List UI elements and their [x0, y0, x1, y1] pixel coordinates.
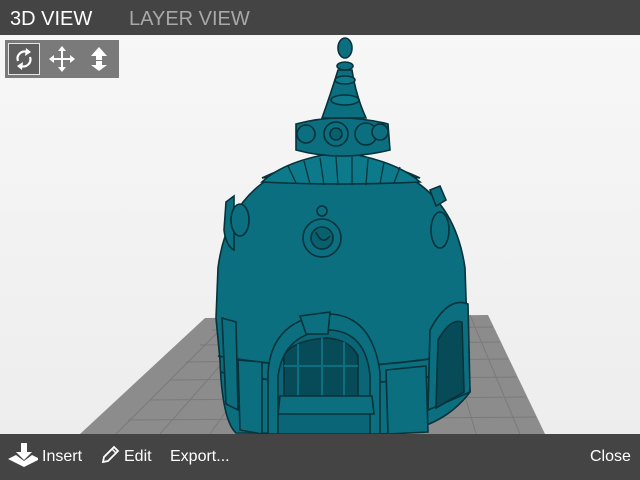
move-arrows-icon [49, 46, 75, 72]
top-tab-bar: 3D VIEW LAYER VIEW [0, 0, 640, 35]
insert-icon [8, 442, 40, 472]
view-tools-panel [5, 40, 119, 78]
insert-button[interactable]: Insert [8, 442, 83, 467]
drop-tool-button[interactable] [83, 43, 115, 75]
drop-to-bed-icon [91, 47, 107, 71]
3d-viewport[interactable] [0, 35, 640, 434]
tab-3d-view[interactable]: 3D VIEW [10, 8, 92, 30]
insert-label: Insert [42, 448, 83, 465]
pencil-icon [100, 445, 120, 470]
bottom-action-bar: Insert Edit Export... Close [0, 434, 640, 480]
3d-scene [80, 37, 545, 434]
close-button[interactable]: Close [590, 447, 631, 467]
rotate-tool-button[interactable] [8, 43, 40, 75]
edit-button[interactable]: Edit [100, 445, 152, 470]
edit-label: Edit [124, 448, 152, 465]
rotate-icon [16, 48, 32, 70]
close-label: Close [590, 448, 631, 465]
tab-layer-view[interactable]: LAYER VIEW [129, 8, 250, 30]
export-button[interactable]: Export... [170, 447, 230, 467]
dome-model [215, 37, 471, 434]
move-tool-button[interactable] [46, 43, 78, 75]
export-label: Export... [170, 448, 230, 465]
